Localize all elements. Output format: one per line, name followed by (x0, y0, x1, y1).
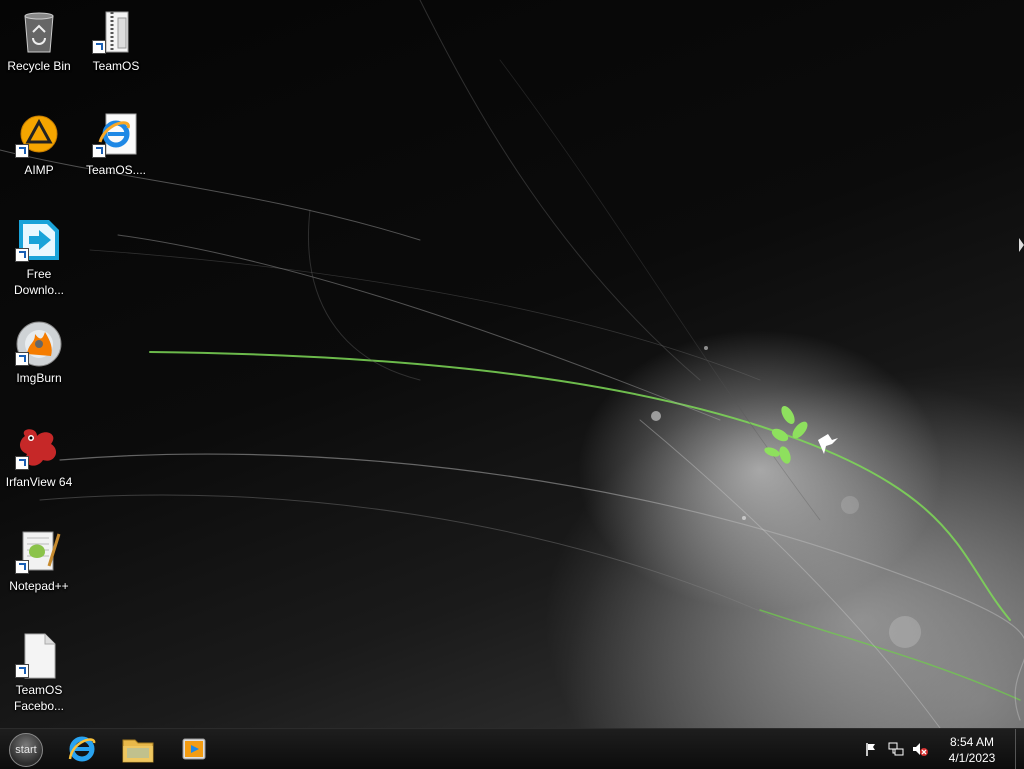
folder-zipper-icon (92, 8, 140, 56)
desktop-icon-recycle-bin[interactable]: Recycle Bin (1, 8, 77, 74)
notepad-plus-plus-icon (15, 528, 63, 576)
desktop-icon-teamos-link[interactable]: TeamOS.... (78, 112, 154, 178)
free-download-manager-icon (15, 216, 63, 264)
desktop-icon-irfanview[interactable]: IrfanView 64 (1, 424, 77, 490)
desktop-icon-label: TeamOS.... (85, 163, 147, 177)
start-button[interactable]: start (9, 733, 43, 767)
media-player-icon (182, 738, 206, 760)
shortcut-arrow-icon (15, 248, 29, 262)
clock-time: 8:54 AM (949, 735, 995, 749)
desktop-icon-label: Notepad++ (9, 579, 69, 593)
irfanview-icon (15, 424, 63, 472)
desktop-icon-label: TeamOS (92, 59, 140, 73)
charms-hint-arrow-icon[interactable] (1019, 238, 1024, 252)
wallpaper (0, 0, 1024, 728)
taskbar-clock[interactable]: 8:54 AM 4/1/2023 (942, 734, 1002, 766)
leaf-sprig (764, 405, 808, 464)
desktop[interactable]: Recycle Bin TeamOS AIMP TeamOS.... Free … (0, 0, 1024, 728)
desktop-icon-label: ImgBurn (16, 371, 62, 385)
start-label: start (15, 744, 37, 756)
taskbar-pin-media-player[interactable] (174, 732, 214, 766)
action-center-flag-icon[interactable] (864, 741, 880, 757)
taskbar-pin-internet-explorer[interactable] (62, 732, 102, 766)
internet-explorer-icon (92, 112, 140, 160)
blank-document-icon (15, 632, 63, 680)
desktop-icon-label: AIMP (24, 163, 54, 177)
desktop-icon-imgburn[interactable]: ImgBurn (1, 320, 77, 386)
desktop-icon-free-download-manager[interactable]: Free Downlo... (1, 216, 77, 298)
taskbar: start 8:54 AM 4/1/2023 (0, 728, 1024, 769)
desktop-icon-teamos-facebook[interactable]: TeamOS Facebo... (1, 632, 77, 714)
desktop-icon-notepad-plus-plus[interactable]: Notepad++ (1, 528, 77, 594)
folder-icon (122, 739, 154, 763)
desktop-icon-label: Free Downlo... (13, 267, 65, 297)
shortcut-arrow-icon (15, 144, 29, 158)
taskbar-pin-file-explorer[interactable] (118, 732, 158, 766)
shortcut-arrow-icon (15, 456, 29, 470)
shortcut-arrow-icon (15, 560, 29, 574)
desktop-icon-aimp[interactable]: AIMP (1, 112, 77, 178)
desktop-icon-label: Recycle Bin (7, 59, 71, 73)
show-desktop-button[interactable] (1015, 729, 1024, 769)
clock-date: 4/1/2023 (948, 751, 996, 765)
shortcut-arrow-icon (15, 352, 29, 366)
shortcut-arrow-icon (92, 144, 106, 158)
desktop-icon-label: IrfanView 64 (5, 475, 73, 489)
shortcut-arrow-icon (15, 664, 29, 678)
imgburn-disc-icon (15, 320, 63, 368)
recycle-bin-icon (15, 8, 63, 56)
aimp-icon (15, 112, 63, 160)
shortcut-arrow-icon (92, 40, 106, 54)
desktop-icon-teamos[interactable]: TeamOS (78, 8, 154, 74)
volume-muted-icon[interactable] (912, 741, 928, 757)
internet-explorer-icon (68, 736, 96, 762)
desktop-icon-label: TeamOS Facebo... (13, 683, 65, 713)
network-icon[interactable] (888, 741, 904, 757)
